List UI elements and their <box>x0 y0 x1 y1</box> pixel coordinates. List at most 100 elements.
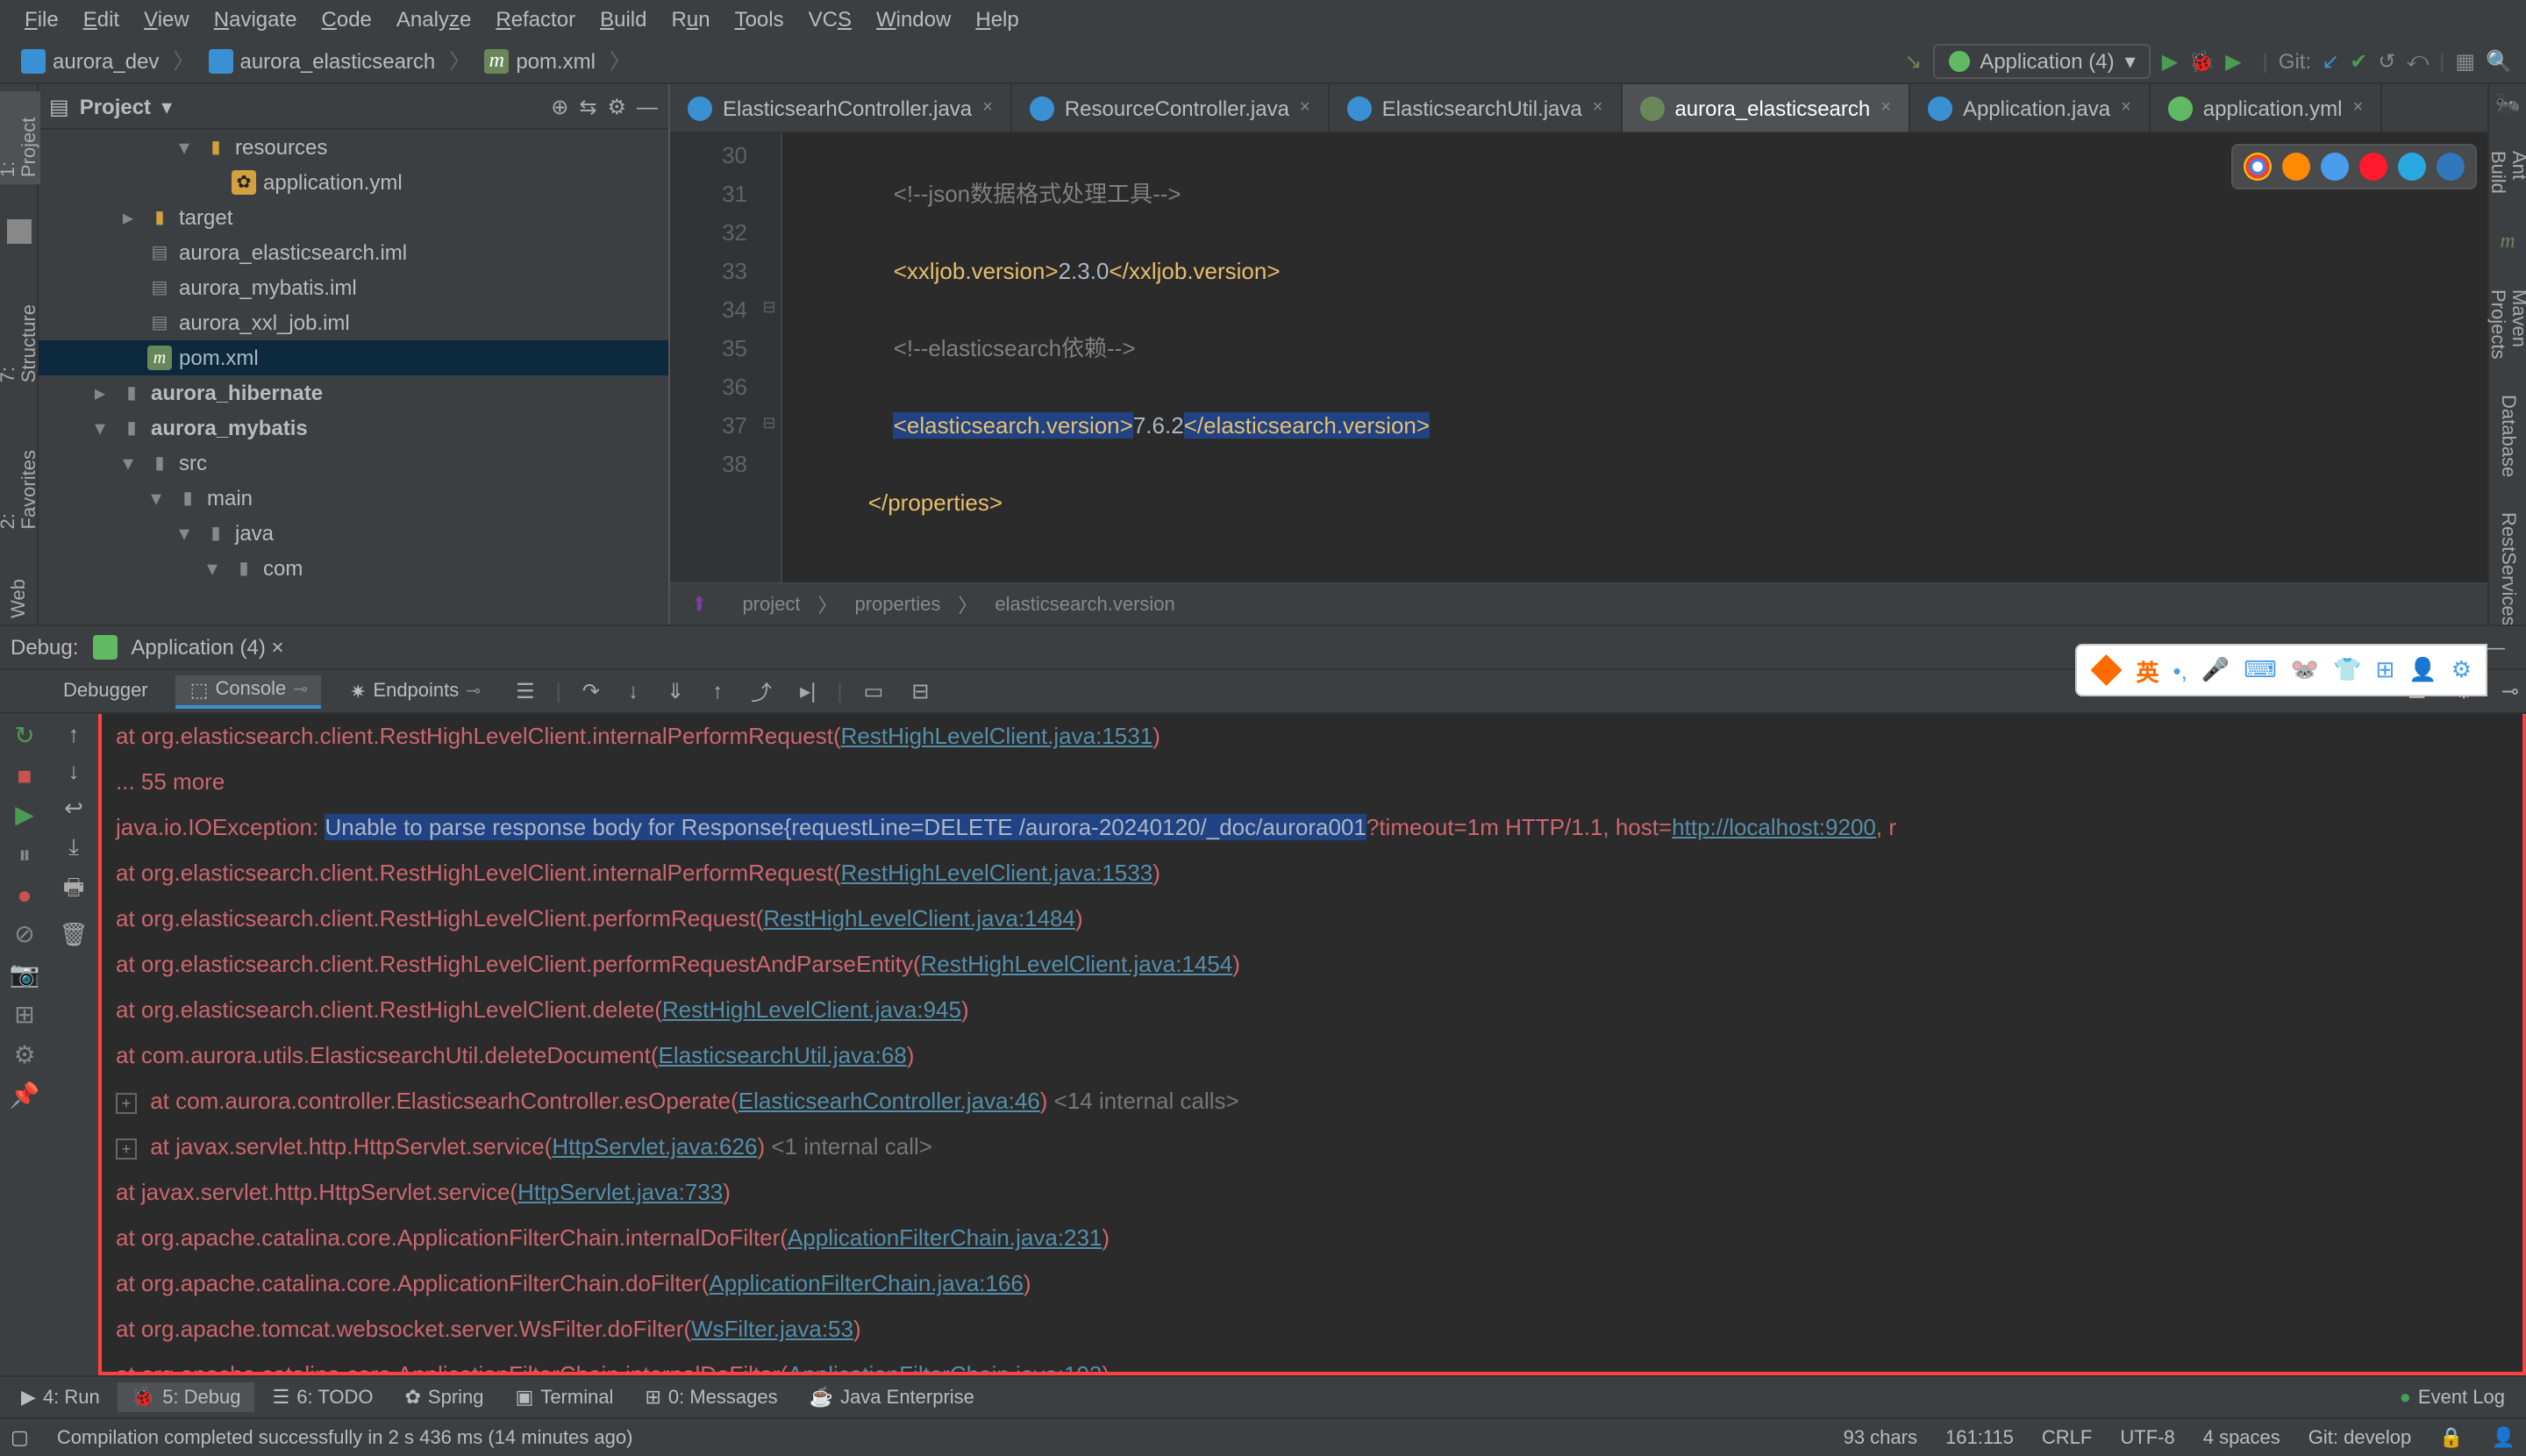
ide-features-icon[interactable]: 👤 <box>2492 1426 2515 1449</box>
debug-button[interactable]: 🐞 <box>2188 48 2215 73</box>
debug-tool-button[interactable]: 🐞 5: Debug <box>118 1382 255 1412</box>
tree-item[interactable]: ▤aurora_xxl_job.iml <box>39 305 668 340</box>
close-icon[interactable]: × <box>2121 98 2131 118</box>
evaluate-icon[interactable]: ▭ <box>857 679 891 703</box>
editor-tab[interactable]: aurora_elasticsearch× <box>1622 84 1910 132</box>
indent-info[interactable]: 4 spaces <box>2203 1427 2280 1448</box>
project-tree[interactable]: ▾▮resources✿application.yml▸▮target▤auro… <box>39 130 668 625</box>
pin-icon[interactable]: ⊸ <box>2494 679 2526 703</box>
menu-build[interactable]: Build <box>589 4 657 35</box>
expand-icon[interactable]: + <box>116 1138 137 1160</box>
run-tool-button[interactable]: ▶ 4: Run <box>7 1382 114 1412</box>
git-branch[interactable]: Git: develop <box>2308 1427 2411 1448</box>
safari-icon[interactable] <box>2321 153 2349 181</box>
tree-item[interactable]: ▾▮src <box>39 446 668 481</box>
git-history-icon[interactable]: ↺ <box>2378 48 2395 73</box>
coverage-button[interactable]: ▶ <box>2225 48 2241 73</box>
clear-icon[interactable]: 🗑 <box>59 921 88 949</box>
git-commit-icon[interactable]: ✔ <box>2350 48 2367 73</box>
menu-analyze[interactable]: Analyze <box>386 4 482 35</box>
edge-icon[interactable] <box>2437 153 2465 181</box>
dump-icon[interactable]: 📷 <box>10 960 40 989</box>
ime-settings-icon[interactable]: ⚙ <box>2451 656 2472 684</box>
menu-run[interactable]: Run <box>660 4 720 35</box>
file-encoding[interactable]: UTF-8 <box>2120 1427 2174 1448</box>
database-tool-button[interactable]: Database <box>2497 395 2518 477</box>
event-log-button[interactable]: ● Event Log <box>2386 1383 2519 1411</box>
restservices-tool-button[interactable]: RestServices <box>2497 513 2518 627</box>
up-icon[interactable]: ↑ <box>68 721 80 747</box>
web-tool-button[interactable]: Web <box>8 571 29 625</box>
opera-icon[interactable] <box>2359 153 2387 181</box>
console-output[interactable]: at org.elasticsearch.client.RestHighLeve… <box>98 714 2526 1375</box>
menu-file[interactable]: FFileile <box>14 4 69 35</box>
close-icon[interactable]: × <box>982 98 993 118</box>
debug-session-tab[interactable]: Application (4) × <box>131 635 283 660</box>
rerun-icon[interactable]: ↻ <box>14 721 34 751</box>
git-revert-icon[interactable]: ⤺ <box>2407 47 2430 74</box>
tree-item[interactable]: ▤aurora_elasticsearch.iml <box>39 235 668 270</box>
menu-window[interactable]: Window <box>866 4 961 35</box>
select-opened-icon[interactable]: ⊕ <box>551 94 568 118</box>
scroll-to-end-icon[interactable]: ⤓ <box>68 833 79 861</box>
run-button[interactable]: ▶ <box>2162 48 2178 73</box>
editor-tab[interactable]: application.yml× <box>2151 84 2382 132</box>
layout-settings-icon[interactable]: ⊞ <box>14 1000 34 1030</box>
hide-icon[interactable]: — <box>637 94 658 118</box>
project-tool-button[interactable]: 1: Project <box>0 91 39 184</box>
menu-help[interactable]: Help <box>965 4 1029 35</box>
breadcrumb-root[interactable]: aurora_dev <box>14 45 166 76</box>
menu-tools[interactable]: Tools <box>724 4 795 35</box>
tree-item[interactable]: ▾▮resources <box>39 130 668 165</box>
drop-frame-icon[interactable]: ⤴ <box>744 676 779 706</box>
menu-code[interactable]: Code <box>311 4 382 35</box>
tree-item[interactable]: ▾▮main <box>39 481 668 516</box>
tree-item[interactable]: ▸▮target <box>39 200 668 235</box>
git-update-icon[interactable]: ↙ <box>2322 48 2339 73</box>
tree-item[interactable]: ▾▮java <box>39 516 668 551</box>
firefox-icon[interactable] <box>2282 153 2310 181</box>
tree-item[interactable]: ▾▮com <box>39 551 668 586</box>
debugger-tab[interactable]: Debugger <box>49 677 162 705</box>
ime-skin-icon[interactable]: 👕 <box>2333 656 2361 684</box>
status-icon[interactable]: ▢ <box>11 1426 29 1449</box>
breadcrumb-file[interactable]: mpom.xml <box>477 45 603 76</box>
console-tab[interactable]: ⬚ Console⊸ <box>176 674 322 708</box>
ime-keyboard-icon[interactable]: ⌨ <box>2244 656 2277 684</box>
breadcrumb-item[interactable]: project <box>742 594 800 615</box>
editor-tab[interactable]: ElasticsearhController.java× <box>670 84 1012 132</box>
chrome-icon[interactable] <box>2244 153 2272 181</box>
mute-breakpoints-icon[interactable]: ⊘ <box>14 919 34 949</box>
ime-punct-icon[interactable]: •, <box>2173 657 2187 683</box>
line-separator[interactable]: CRLF <box>2042 1427 2092 1448</box>
build-icon[interactable]: ↘ <box>1904 48 1922 73</box>
favorites-tool-button[interactable]: 2: Favorites <box>0 425 39 537</box>
print-icon[interactable]: 🖶 <box>63 872 85 910</box>
breadcrumb-item[interactable]: properties <box>855 594 941 615</box>
breakpoints-icon[interactable]: ● <box>18 881 32 909</box>
menu-vcs[interactable]: VCS <box>798 4 862 35</box>
tree-item[interactable]: ▾▮aurora_mybatis <box>39 410 668 446</box>
menu-refactor[interactable]: Refactor <box>485 4 586 35</box>
resume-icon[interactable]: ▶ <box>15 800 34 830</box>
expand-icon[interactable]: + <box>116 1093 137 1114</box>
threads-icon[interactable]: ☰ <box>509 679 542 703</box>
javaee-tool-button[interactable]: ☕ Java Enterprise <box>796 1382 988 1412</box>
messages-tool-button[interactable]: ⊞ 0: Messages <box>631 1382 791 1412</box>
structure-tool-button[interactable]: 7: Structure <box>0 278 39 389</box>
ime-face-icon[interactable]: 🐭 <box>2291 656 2319 684</box>
pause-icon[interactable]: ⏸ <box>18 840 31 870</box>
ime-mic-icon[interactable]: 🎤 <box>2201 656 2230 684</box>
settings-icon[interactable]: ⚙ <box>607 94 626 118</box>
back-arrow-icon[interactable]: ⬆ <box>691 593 707 616</box>
settings-icon[interactable]: ⚙ <box>13 1040 35 1070</box>
unknown-tool-icon[interactable] <box>6 219 31 243</box>
ime-toolbar[interactable]: 英 •, 🎤 ⌨ 🐭 👕 ⊞ 👤 ⚙ <box>2074 644 2487 696</box>
tree-item[interactable]: ✿application.yml <box>39 165 668 200</box>
tree-item[interactable]: ▸▮aurora_hibernate <box>39 375 668 410</box>
down-icon[interactable]: ↓ <box>68 758 80 784</box>
close-icon[interactable]: × <box>2353 98 2364 118</box>
search-icon[interactable]: 🔍 <box>2486 48 2512 73</box>
line-gutter[interactable]: 303132333435363738 <box>670 133 758 582</box>
fold-gutter[interactable]: ⊟ ⊟ <box>758 133 782 582</box>
